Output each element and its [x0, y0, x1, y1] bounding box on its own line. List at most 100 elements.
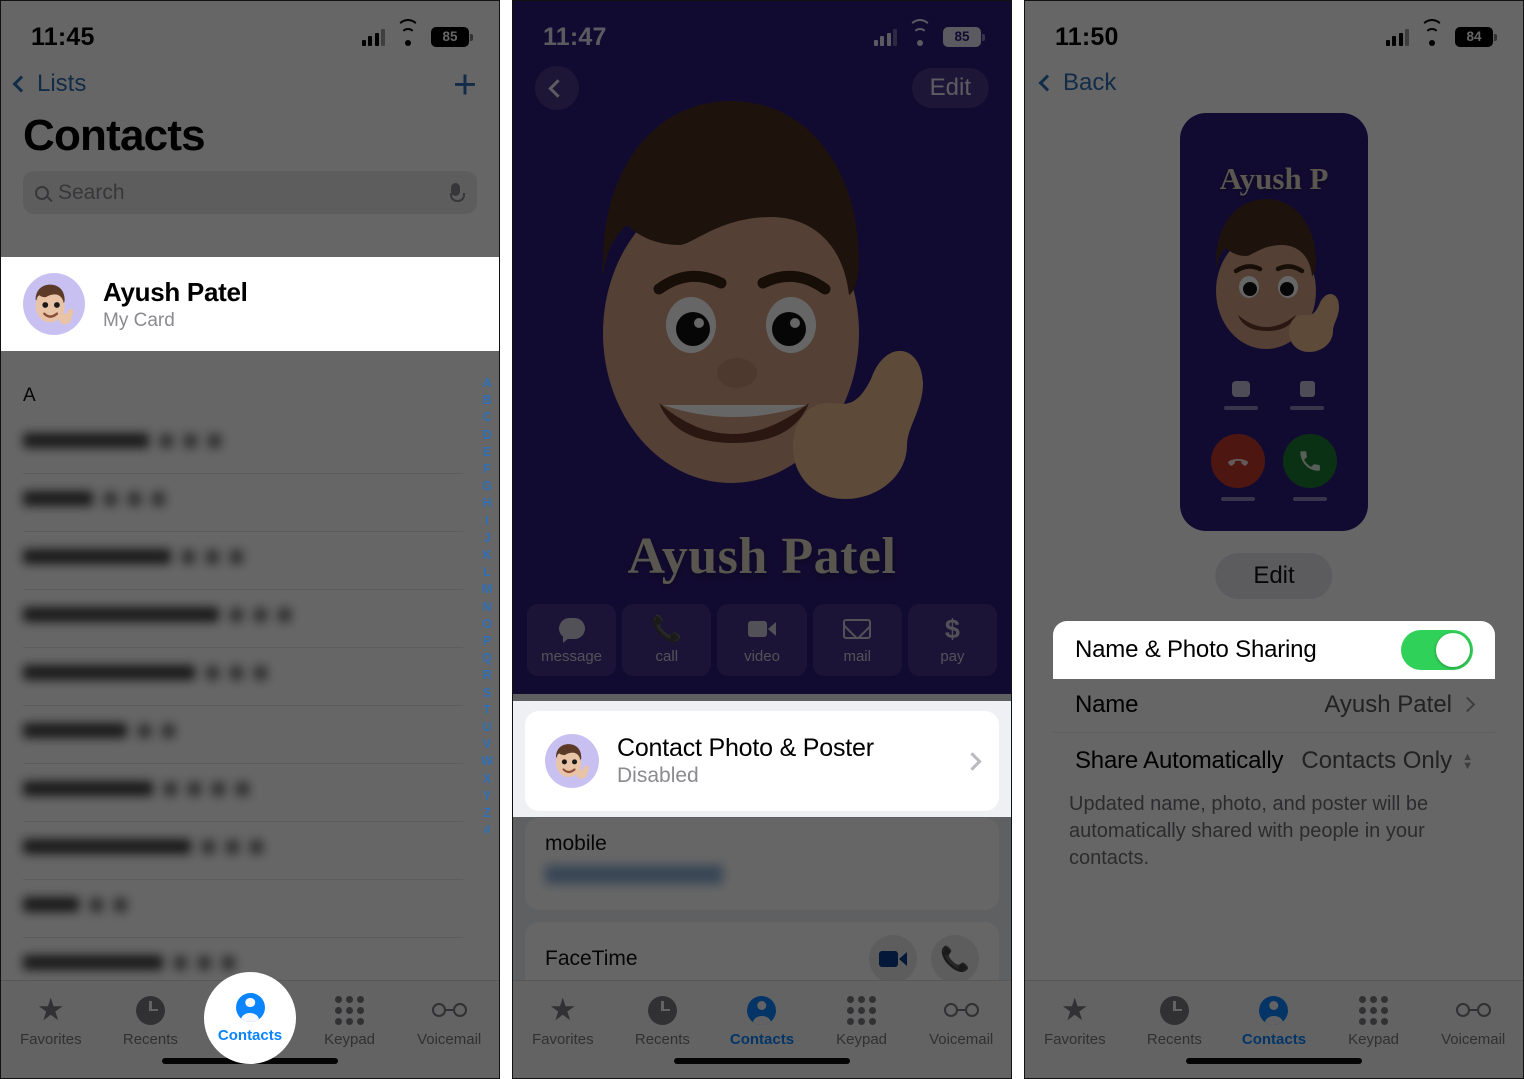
alphabet-index-letter[interactable]: Q: [482, 650, 492, 667]
tab-label: Favorites: [531, 1031, 594, 1048]
stepper-icon[interactable]: ▲ ▼: [1462, 751, 1473, 771]
action-message-button[interactable]: message: [527, 604, 617, 676]
facetime-label: FaceTime: [545, 947, 638, 970]
tab-recents[interactable]: Recents: [101, 995, 201, 1048]
tab-keypad[interactable]: Keypad: [300, 995, 400, 1048]
back-to-lists-button[interactable]: Lists: [12, 70, 86, 98]
back-button[interactable]: Back: [1038, 69, 1116, 97]
list-item[interactable]: [23, 781, 249, 796]
list-item[interactable]: [23, 433, 221, 448]
tab-voicemail[interactable]: Voicemail: [911, 995, 1011, 1048]
tab-favorites[interactable]: ★ Favorites: [513, 994, 613, 1048]
my-card-subtitle: My Card: [103, 309, 175, 331]
action-video-button[interactable]: video: [717, 604, 807, 676]
poster-decline-control: [1211, 434, 1265, 501]
alphabet-index-letter[interactable]: C: [483, 409, 492, 426]
contact-photo-poster-row-highlighted[interactable]: Contact Photo & Poster Disabled: [525, 711, 999, 811]
alphabet-index-letter[interactable]: I: [485, 513, 488, 530]
setting-value-wrap: Ayush Patel: [1324, 690, 1476, 719]
action-call-button[interactable]: 📞 call: [622, 604, 712, 676]
add-contact-button[interactable]: +: [453, 63, 477, 105]
edit-poster-button[interactable]: Edit: [1215, 553, 1333, 599]
alphabet-index-letter[interactable]: A: [483, 375, 492, 392]
search-input[interactable]: Search: [23, 171, 477, 214]
alphabet-index-letter[interactable]: B: [483, 392, 492, 409]
alphabet-index-letter[interactable]: K: [483, 547, 492, 564]
tab-voicemail[interactable]: Voicemail: [1423, 995, 1523, 1048]
tab-recents[interactable]: Recents: [613, 995, 713, 1048]
alphabet-index-letter[interactable]: G: [482, 478, 492, 495]
cellular-bars-icon: [873, 28, 897, 46]
alphabet-index-letter[interactable]: F: [483, 461, 491, 478]
screen-contact-detail: 11:47 85 Edit Ayush Patel message 📞 call…: [512, 0, 1012, 1079]
alphabet-index-letter[interactable]: J: [484, 530, 491, 547]
alphabet-index-letter[interactable]: U: [483, 719, 492, 736]
tab-label: Keypad: [836, 1031, 888, 1048]
name-photo-sharing-toggle[interactable]: [1401, 630, 1473, 670]
alphabet-index-letter[interactable]: N: [483, 599, 492, 616]
alphabet-index-letter[interactable]: S: [483, 685, 491, 702]
control-label-placeholder: [1290, 406, 1324, 410]
alphabet-index-letter[interactable]: E: [483, 444, 491, 461]
list-item[interactable]: [23, 839, 263, 854]
alphabet-index-letter[interactable]: Y: [483, 788, 491, 805]
back-button[interactable]: [535, 66, 579, 110]
alphabet-index[interactable]: A B C D E F G H I J K L M N O P Q R S T U V W X Y Z #: [481, 375, 493, 839]
tab-voicemail[interactable]: Voicemail: [399, 995, 499, 1048]
voicemail-icon: [943, 995, 979, 1025]
status-bar: 11:47 85: [513, 1, 1011, 59]
list-item[interactable]: [23, 723, 175, 738]
home-indicator: [1186, 1058, 1362, 1064]
poster-preview[interactable]: Ayush P: [1180, 113, 1368, 531]
contact-poster: 11:47 85 Edit Ayush Patel message 📞 call…: [513, 1, 1011, 694]
setting-row-share-automatically[interactable]: Share Automatically Contacts Only ▲ ▼: [1053, 733, 1495, 789]
setting-row-name[interactable]: Name Ayush Patel: [1053, 677, 1495, 733]
alphabet-index-letter[interactable]: W: [481, 753, 493, 770]
alphabet-index-letter[interactable]: P: [483, 633, 491, 650]
action-mail-button[interactable]: mail: [812, 604, 902, 676]
highlight-name-photo-sharing-row[interactable]: Name & Photo Sharing: [1053, 621, 1495, 679]
tab-contacts[interactable]: Contacts: [1224, 995, 1324, 1048]
alphabet-index-letter[interactable]: D: [483, 427, 492, 444]
list-item[interactable]: [23, 491, 165, 506]
action-pay-button[interactable]: $ pay: [907, 604, 998, 676]
tab-contacts-highlight[interactable]: Contacts: [204, 972, 296, 1064]
status-time: 11:45: [31, 22, 95, 51]
phone-icon[interactable]: 📞: [931, 935, 979, 983]
alphabet-index-letter[interactable]: O: [482, 616, 492, 633]
action-label: message: [541, 647, 603, 665]
alphabet-index-letter[interactable]: T: [483, 702, 491, 719]
alphabet-index-letter[interactable]: R: [483, 667, 492, 684]
tab-contacts[interactable]: Contacts: [712, 995, 812, 1048]
alphabet-index-letter[interactable]: M: [482, 581, 492, 598]
tab-favorites[interactable]: ★ Favorites: [1025, 994, 1125, 1048]
tab-recents[interactable]: Recents: [1125, 995, 1225, 1048]
alphabet-index-letter[interactable]: H: [483, 495, 492, 512]
chevron-left-icon: [1038, 74, 1056, 92]
alphabet-index-letter[interactable]: L: [483, 564, 491, 581]
video-camera-icon[interactable]: [869, 935, 917, 983]
mobile-number-group[interactable]: mobile: [525, 818, 999, 910]
list-item[interactable]: [23, 955, 235, 970]
tab-favorites[interactable]: ★ Favorites: [1, 994, 101, 1048]
wifi-icon: [1420, 19, 1444, 46]
setting-value: Ayush Patel: [1324, 690, 1452, 718]
alphabet-index-letter[interactable]: V: [483, 736, 491, 753]
alphabet-index-letter[interactable]: #: [484, 822, 491, 839]
my-card-row[interactable]: Ayush Patel My Card: [1, 257, 499, 351]
battery-level: 85: [442, 29, 458, 45]
tab-keypad[interactable]: Keypad: [1324, 995, 1424, 1048]
alphabet-index-letter[interactable]: Z: [483, 805, 491, 822]
battery-level: 85: [954, 29, 970, 45]
edit-button[interactable]: Edit: [911, 68, 989, 108]
list-item[interactable]: [23, 665, 267, 680]
chevron-left-icon: [12, 75, 30, 93]
tab-keypad[interactable]: Keypad: [812, 995, 912, 1048]
alphabet-index-letter[interactable]: X: [483, 771, 491, 788]
memoji-avatar: [602, 101, 923, 499]
list-item[interactable]: [23, 897, 127, 912]
microphone-icon[interactable]: [450, 183, 465, 202]
keypad-icon: [1359, 995, 1389, 1025]
list-item[interactable]: [23, 607, 291, 622]
list-item[interactable]: [23, 549, 243, 564]
